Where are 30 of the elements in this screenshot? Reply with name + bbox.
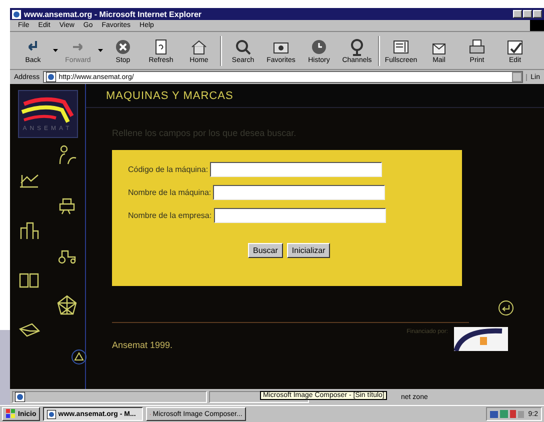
home-icon <box>190 38 208 56</box>
input-field[interactable] <box>214 208 386 223</box>
web-icon <box>56 294 78 316</box>
field-label: Nombre de la máquina: <box>128 188 212 197</box>
search-icon <box>234 38 252 56</box>
stop-icon <box>114 38 132 56</box>
windows-flag-icon <box>6 409 16 419</box>
form-button[interactable]: Buscar <box>248 243 283 258</box>
edit-icon <box>506 38 524 56</box>
clock-icon <box>310 38 328 56</box>
minimize-button[interactable] <box>513 10 522 18</box>
input-field[interactable] <box>213 185 386 200</box>
copyright-text: Ansemat 1999. <box>112 340 173 350</box>
up-arrow-button-icon <box>70 349 86 365</box>
close-button[interactable] <box>533 10 542 18</box>
page-icon <box>15 392 25 402</box>
form-button[interactable]: Inicializar <box>286 243 330 258</box>
field-label: Nombre de la empresa: <box>128 211 212 220</box>
satellite-dish-icon <box>348 38 366 56</box>
field-label: Código de la máquina: <box>128 165 208 174</box>
browser-icon <box>12 10 21 18</box>
printer-icon <box>468 38 486 56</box>
tray-icons-icon <box>490 409 524 419</box>
dropdown-button[interactable] <box>512 72 522 82</box>
maximize-button[interactable] <box>523 10 532 18</box>
input-field[interactable] <box>210 162 382 177</box>
window-icon <box>392 38 410 56</box>
page-icon <box>46 72 56 82</box>
window-title: www.ansemat.org - Microsoft Internet Explorer <box>24 10 203 18</box>
page-heading: MAQUINAS Y MARCAS <box>106 90 234 102</box>
